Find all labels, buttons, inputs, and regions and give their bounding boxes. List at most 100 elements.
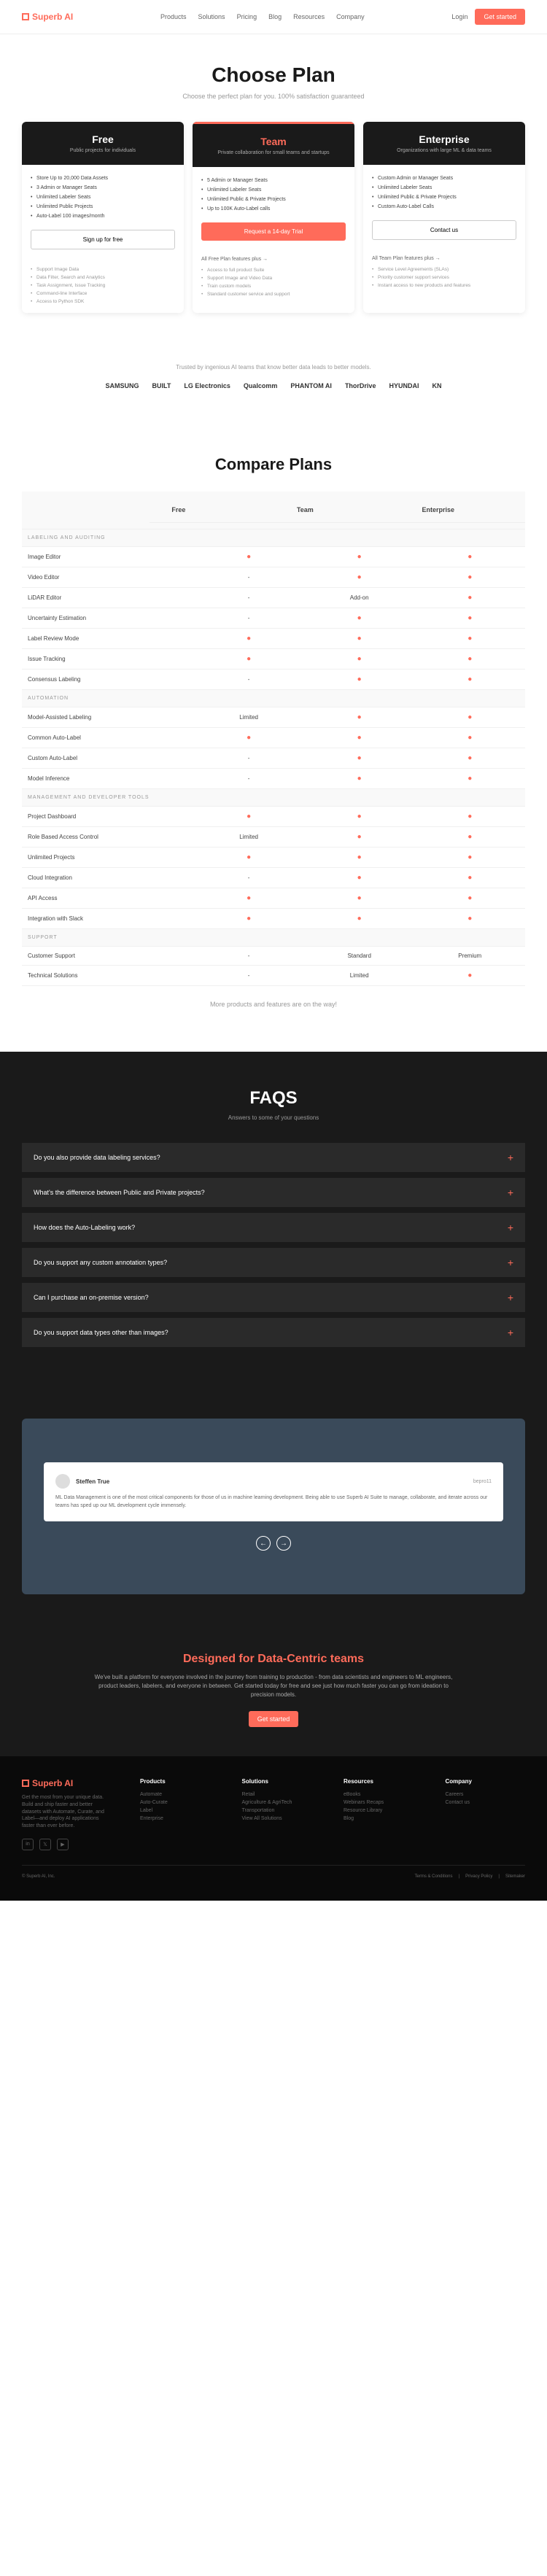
plan-extra: Task Assignment, Issue Tracking <box>31 282 175 290</box>
compare-cell: ● <box>414 675 525 683</box>
logo-icon <box>22 1780 29 1787</box>
trusted-text: Trusted by ingenious AI teams that know … <box>15 364 532 371</box>
compare-label: Cloud Integration <box>22 874 193 881</box>
terms-link[interactable]: Terms & Conditions <box>414 1874 452 1879</box>
plan-button[interactable]: Sign up for free <box>31 230 175 249</box>
footer-link[interactable]: Resource Library <box>344 1807 424 1815</box>
nav-resources[interactable]: Resources <box>293 13 325 20</box>
compare-label: LiDAR Editor <box>22 594 193 601</box>
plan-desc: Public projects for individuals <box>31 148 175 153</box>
prev-button[interactable]: ← <box>256 1536 271 1551</box>
footer-link[interactable]: Automate <box>140 1791 220 1799</box>
plan-desc: Organizations with large ML & data teams <box>372 148 516 153</box>
compare-cell: ● <box>414 594 525 602</box>
testimonial-card: Steffen True bepro11 ML Data Management … <box>22 1419 525 1594</box>
faq-item[interactable]: What's the difference between Public and… <box>22 1178 525 1207</box>
twitter-icon[interactable]: 𝕏 <box>39 1839 51 1850</box>
compare-row: Common Auto-Label●●● <box>22 728 525 748</box>
testimonial-company: bepro11 <box>473 1479 492 1484</box>
faq-question: Do you also provide data labeling servic… <box>34 1154 160 1161</box>
sitemap-link[interactable]: Sitemaker <box>505 1874 525 1879</box>
footer-link[interactable]: Agriculture & AgriTech <box>242 1799 322 1807</box>
copyright: © Superb AI, Inc. <box>22 1874 55 1879</box>
logo[interactable]: Superb AI <box>22 12 73 22</box>
trusted-logo: SAMSUNG <box>106 382 139 389</box>
footer-link[interactable]: Blog <box>344 1815 424 1823</box>
plan-button[interactable]: Request a 14-day Trial <box>201 222 346 241</box>
compare-label: API Access <box>22 895 193 901</box>
compare-cell: ● <box>414 614 525 622</box>
faq-item[interactable]: How does the Auto-Labeling work?+ <box>22 1213 525 1242</box>
plan-extra: Support Image and Video Data <box>201 274 346 282</box>
privacy-link[interactable]: Privacy Policy <box>465 1874 492 1879</box>
footer-logo[interactable]: Superb AI <box>22 1778 118 1788</box>
plan-feature: Auto-Label 100 images/month <box>31 212 175 221</box>
nav-solutions[interactable]: Solutions <box>198 13 225 20</box>
plan-feature: Unlimited Labeler Seats <box>31 193 175 202</box>
plan-extras: All Free Plan features plus → Access to … <box>193 249 354 306</box>
linkedin-icon[interactable]: in <box>22 1839 34 1850</box>
nav-pricing[interactable]: Pricing <box>237 13 257 20</box>
footer-link[interactable]: Contact us <box>446 1799 526 1807</box>
faq-item[interactable]: Do you support data types other than ima… <box>22 1318 525 1347</box>
faq-question: How does the Auto-Labeling work? <box>34 1224 135 1231</box>
footer-link[interactable]: Auto-Curate <box>140 1799 220 1807</box>
footer-link[interactable]: eBooks <box>344 1791 424 1799</box>
compare-row: Cloud Integration-●● <box>22 868 525 888</box>
get-started-button[interactable]: Get started <box>475 9 525 25</box>
faqs: FAQS Answers to some of your questions D… <box>0 1052 547 1389</box>
trusted-logo: LG Electronics <box>184 382 230 389</box>
compare-cell: Limited <box>193 834 304 840</box>
nav-company[interactable]: Company <box>336 13 365 20</box>
compare-cell: - <box>193 574 304 581</box>
plan-features: Store Up to 20,000 Data Assets3 Admin or… <box>31 174 175 221</box>
footer-link[interactable]: Enterprise <box>140 1815 220 1823</box>
compare-cell: ● <box>304 614 415 622</box>
faq-item[interactable]: Do you support any custom annotation typ… <box>22 1248 525 1277</box>
compare-cell: Standard <box>304 953 415 959</box>
youtube-icon[interactable]: ▶ <box>57 1839 69 1850</box>
compare-cell: ● <box>414 713 525 721</box>
compare-label: Role Based Access Control <box>22 834 193 840</box>
footer-link[interactable]: Careers <box>446 1791 526 1799</box>
plan-extras: Support Image DataData Filter, Search an… <box>22 258 184 313</box>
faq-item[interactable]: Can I purchase an on-premise version?+ <box>22 1283 525 1312</box>
plan-feature: Store Up to 20,000 Data Assets <box>31 174 175 183</box>
compare-cell: ● <box>304 874 415 882</box>
plan-feature: Unlimited Labeler Seats <box>372 183 516 193</box>
plan-extra: Priority customer support services <box>372 273 516 282</box>
compare-label: Customer Support <box>22 953 193 959</box>
compare-cell: ● <box>414 734 525 742</box>
plan-feature: Up to 100K Auto-Label calls <box>201 204 346 214</box>
testimonial-author: Steffen True <box>55 1474 109 1489</box>
plan-extras-title: All Team Plan features plus → <box>372 256 516 261</box>
compare-cell: ● <box>414 754 525 762</box>
nav-blog[interactable]: Blog <box>268 13 282 20</box>
plan-feature: Custom Auto-Label Calls <box>372 202 516 212</box>
cta: Designed for Data-Centric teams We've bu… <box>0 1623 547 1756</box>
next-button[interactable]: → <box>276 1536 291 1551</box>
footer-link[interactable]: Transportation <box>242 1807 322 1815</box>
compare-cell: - <box>193 676 304 683</box>
nav-products[interactable]: Products <box>160 13 187 20</box>
footer-link[interactable]: Webinars Recaps <box>344 1799 424 1807</box>
plan-name: Team <box>201 136 346 147</box>
plan-button[interactable]: Contact us <box>372 220 516 240</box>
compare-cell: - <box>193 874 304 881</box>
faq-item[interactable]: Do you also provide data labeling servic… <box>22 1143 525 1172</box>
hero-title: Choose Plan <box>15 63 532 87</box>
plan-feature: Unlimited Public Projects <box>31 202 175 212</box>
plan-extra: Support Image Data <box>31 265 175 273</box>
plans: Free Public projects for individuals Sto… <box>0 122 547 342</box>
faq-question: Do you support data types other than ima… <box>34 1329 168 1336</box>
plan-extra: Train custom models <box>201 282 346 290</box>
avatar <box>55 1474 70 1489</box>
login-link[interactable]: Login <box>451 13 468 20</box>
footer-link[interactable]: View All Solutions <box>242 1815 322 1823</box>
cta-button[interactable]: Get started <box>249 1711 299 1727</box>
footer-link[interactable]: Label <box>140 1807 220 1815</box>
footer-link[interactable]: Retail <box>242 1791 322 1799</box>
compare: Compare Plans FreeTeamEnterpriseLABELING… <box>0 426 547 1052</box>
trusted-logos: SAMSUNGBUILTLG ElectronicsQualcommPHANTO… <box>15 382 532 389</box>
plan-feature: Unlimited Labeler Seats <box>201 185 346 195</box>
